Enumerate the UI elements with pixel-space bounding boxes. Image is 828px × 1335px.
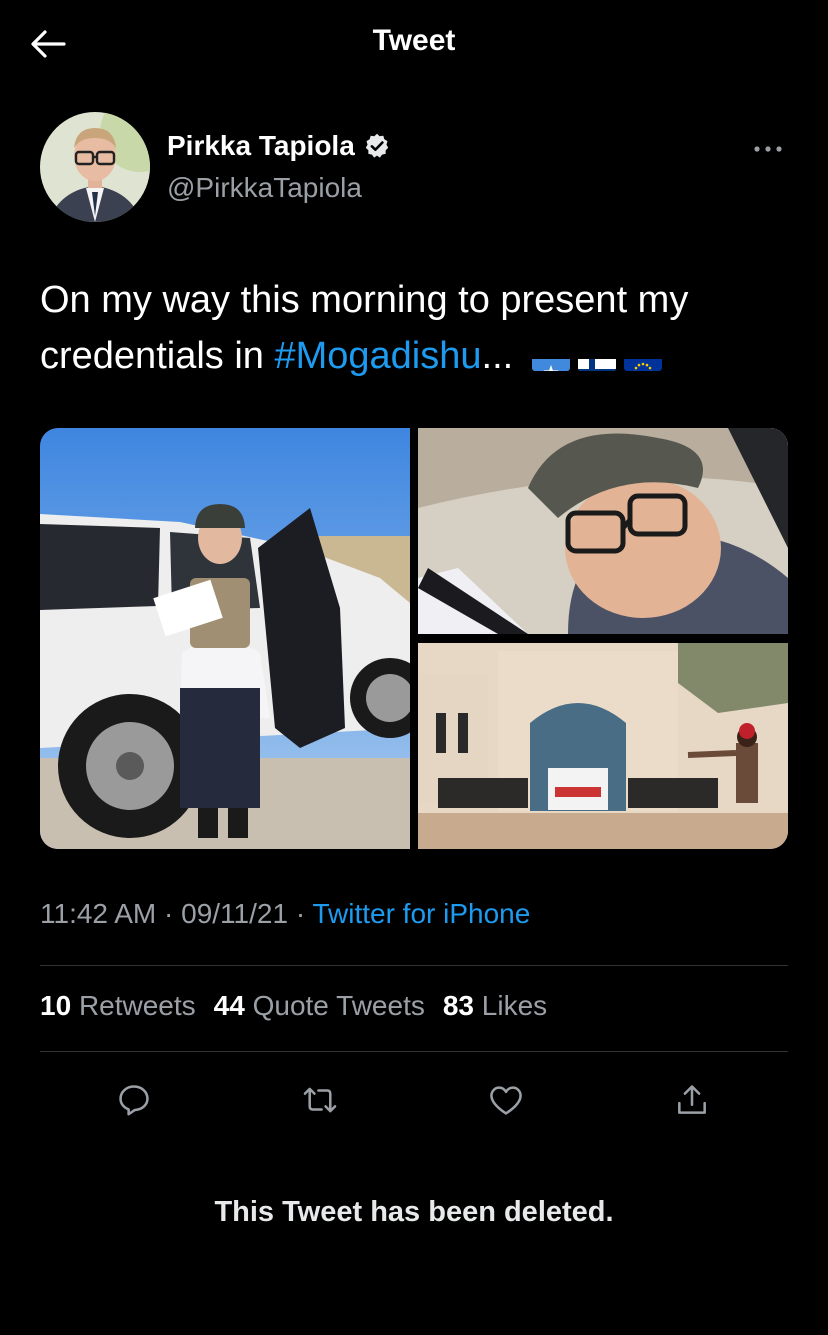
retweet-button[interactable] <box>292 1072 348 1128</box>
name-row: Pirkka Tapiola <box>167 130 391 162</box>
retweet-icon <box>303 1087 337 1113</box>
divider <box>40 965 788 966</box>
photo-man-by-car[interactable] <box>40 428 410 849</box>
tweet-meta: 11:42 AM · 09/11/21 · Twitter for iPhone <box>40 898 530 930</box>
quote-tweets-label: Quote Tweets <box>252 990 425 1021</box>
tweet-text-ellipsis: ... <box>481 335 514 377</box>
like-button[interactable] <box>478 1072 534 1128</box>
retweets-label: Retweets <box>78 990 196 1021</box>
meta-separator: · <box>164 898 174 929</box>
more-options-button[interactable] <box>748 134 788 164</box>
photo-gate[interactable] <box>418 643 788 849</box>
retweets-count: 10 <box>40 990 72 1021</box>
likes-stat[interactable]: 83 Likes <box>443 990 547 1022</box>
finland-flag-icon <box>577 345 616 371</box>
top-bar: Tweet <box>0 0 828 88</box>
tweet-author: Pirkka Tapiola @PirkkaTapiola <box>40 112 788 222</box>
likes-label: Likes <box>481 990 548 1021</box>
photo-man-in-helmet[interactable] <box>418 428 788 634</box>
page-title: Tweet <box>372 24 456 57</box>
share-button[interactable] <box>664 1072 720 1128</box>
likes-count: 83 <box>442 990 475 1021</box>
like-icon <box>490 1086 522 1115</box>
share-icon <box>678 1085 706 1114</box>
tweet-text: On my way this morning to present my cre… <box>40 272 800 384</box>
reply-icon <box>119 1085 149 1116</box>
user-handle[interactable]: @PirkkaTapiola <box>167 172 362 204</box>
retweets-stat[interactable]: 10 Retweets <box>40 990 196 1022</box>
quote-tweets-count: 44 <box>213 990 245 1021</box>
reply-button[interactable] <box>106 1072 162 1128</box>
hashtag-link[interactable]: #Mogadishu <box>274 335 481 377</box>
divider <box>40 1051 788 1052</box>
more-horizontal-icon <box>754 146 782 152</box>
tweet-source-link[interactable]: Twitter for iPhone <box>312 898 530 929</box>
deleted-notice: This Tweet has been deleted. <box>214 1196 614 1228</box>
media-grid <box>40 428 788 849</box>
eu-flag-icon <box>623 345 662 371</box>
tweet-stats: 10 Retweets 44 Quote Tweets 83 Likes <box>40 990 547 1022</box>
somalia-flag-icon <box>531 345 570 371</box>
verified-badge-icon <box>365 133 388 158</box>
meta-separator: · <box>295 898 306 929</box>
quote-tweets-stat[interactable]: 44 Quote Tweets <box>214 990 425 1022</box>
tweet-time: 11:42 AM <box>40 898 157 929</box>
tweet-actions <box>40 1072 788 1128</box>
display-name[interactable]: Pirkka Tapiola <box>167 130 355 162</box>
avatar[interactable] <box>40 112 150 222</box>
tweet-date: 09/11/21 <box>181 898 289 929</box>
